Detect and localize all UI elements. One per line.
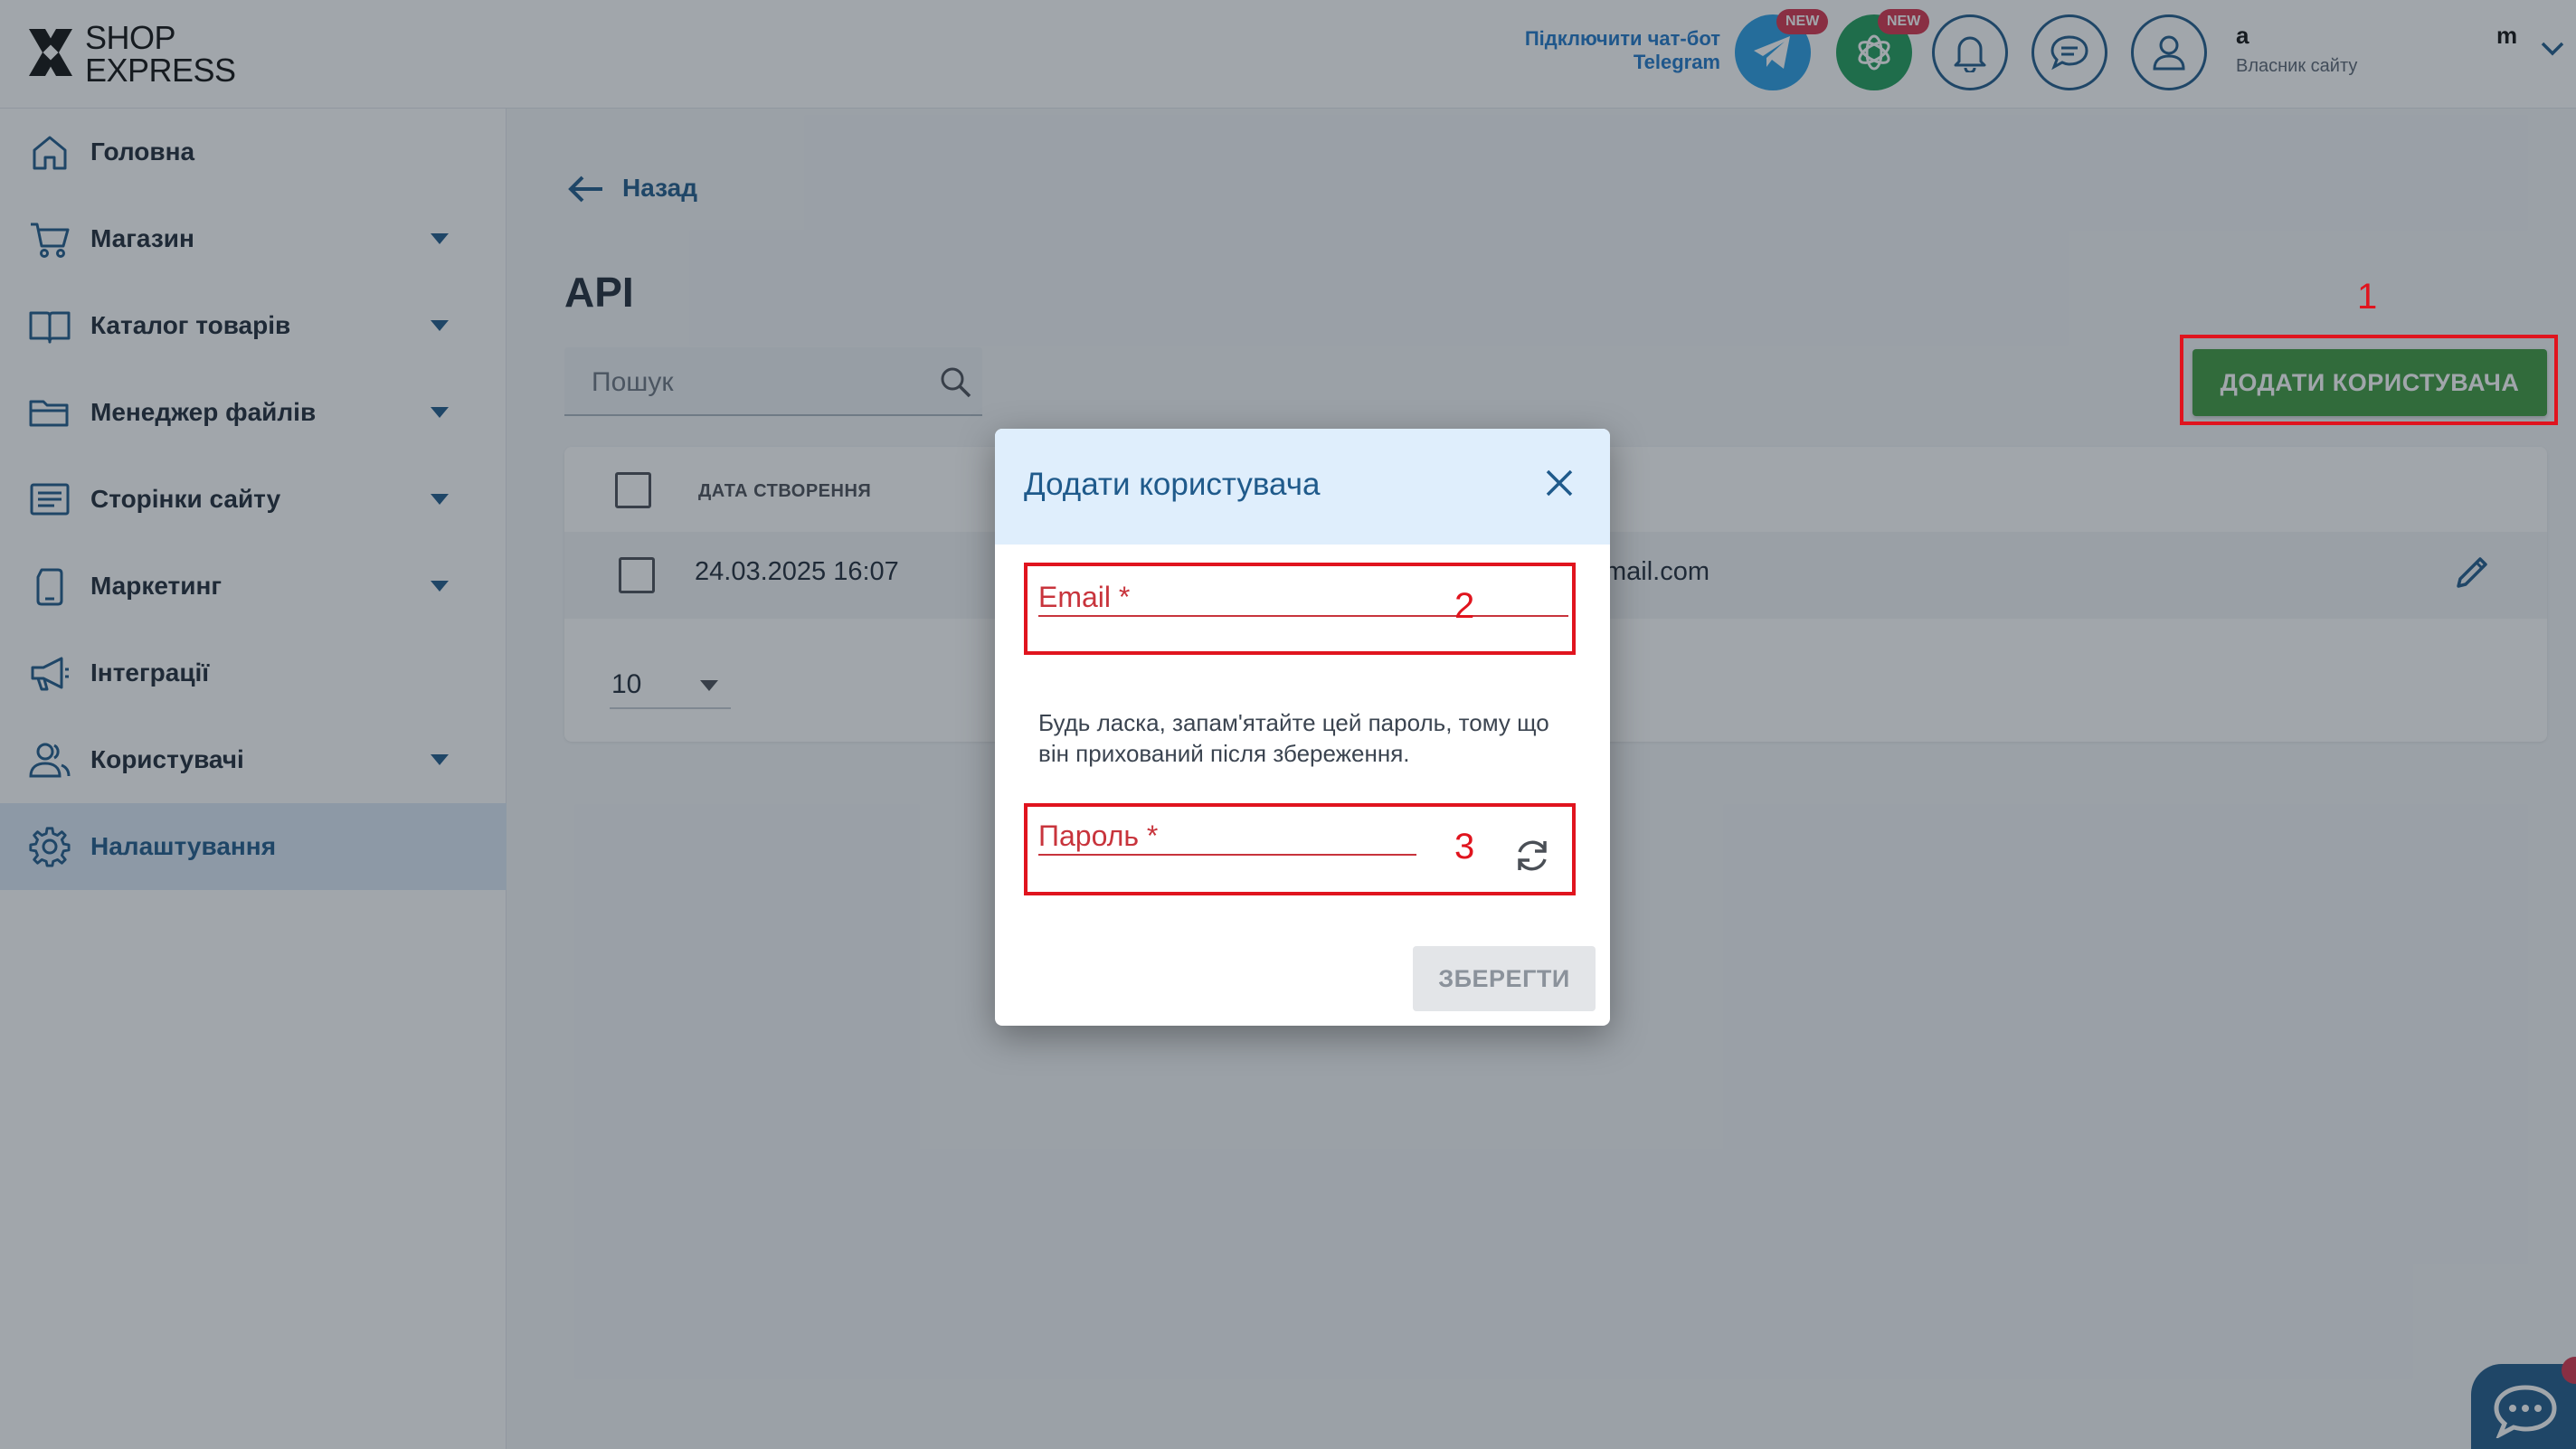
add-user-dialog: Додати користувача Email * Будь ласка, з…: [995, 429, 1610, 1026]
dialog-header: Додати користувача: [995, 429, 1610, 545]
save-button[interactable]: ЗБЕРЕГТИ: [1413, 946, 1596, 1011]
close-icon[interactable]: [1543, 467, 1576, 499]
dialog-title: Додати користувача: [1024, 467, 1321, 502]
annotation-box-1: [2180, 335, 2558, 425]
password-note: Будь ласка, запам'ятайте цей пароль, том…: [1038, 709, 1549, 767]
annotation-number-1: 1: [2357, 277, 2378, 317]
annotation-box-2: [1024, 563, 1576, 655]
annotation-number-2: 2: [1454, 586, 1475, 626]
annotation-number-3: 3: [1454, 827, 1475, 867]
annotation-box-3: [1024, 803, 1576, 895]
